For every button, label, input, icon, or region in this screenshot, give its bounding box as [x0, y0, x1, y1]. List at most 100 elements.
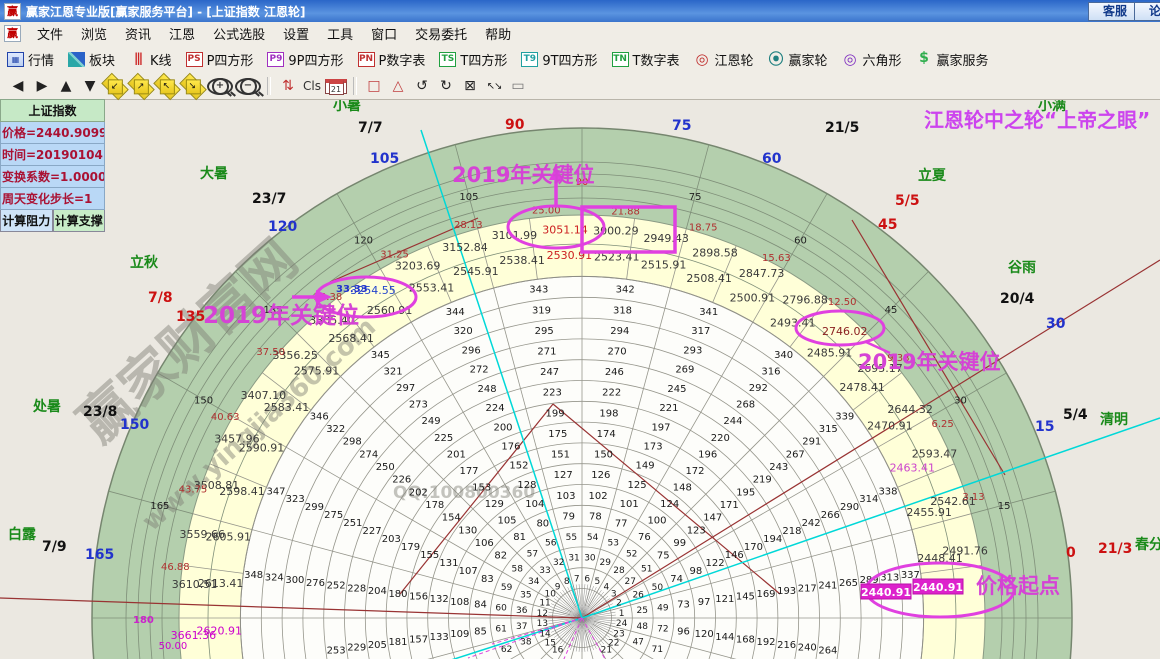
tool-icon-16[interactable]: △: [387, 76, 409, 96]
tool-icon-1[interactable]: ▶: [31, 76, 53, 96]
tool-icon-20[interactable]: ↖↘: [483, 76, 505, 96]
svg-text:272: 272: [470, 365, 489, 376]
svg-text:300: 300: [285, 575, 304, 586]
svg-text:谷雨: 谷雨: [1008, 260, 1036, 276]
svg-text:2463.41: 2463.41: [890, 461, 936, 474]
svg-text:344: 344: [446, 307, 465, 318]
tool-icon-19[interactable]: ⊠: [459, 76, 481, 96]
svg-text:96: 96: [677, 626, 690, 637]
toolbar-button-P数字表[interactable]: PNP数字表: [351, 48, 433, 71]
toolbar-button-赢家服务[interactable]: $赢家服务: [909, 48, 996, 71]
tool-icon-12[interactable]: Cls: [301, 76, 323, 96]
menu-item-3[interactable]: 江恩: [161, 22, 203, 45]
svg-text:218: 218: [782, 526, 801, 537]
dollar-icon: $: [916, 52, 933, 67]
svg-text:108: 108: [450, 597, 469, 608]
svg-text:339: 339: [835, 411, 854, 422]
svg-text:347: 347: [266, 486, 285, 497]
step-row: 周天变化步长=1: [0, 188, 105, 210]
toolbar-button-T数字表[interactable]: TNT数字表: [605, 48, 687, 71]
toolbar-button-T四方形[interactable]: TST四方形: [432, 48, 514, 71]
svg-text:53: 53: [608, 539, 619, 549]
tool-icon-7[interactable]: ↓: [179, 72, 207, 100]
tool-icon-15[interactable]: □: [363, 76, 385, 96]
toolbar-button-赢家轮[interactable]: ⦿赢家轮: [761, 48, 835, 71]
svg-text:291: 291: [802, 437, 821, 448]
tool-icon-4[interactable]: ←: [101, 72, 129, 100]
app-window: 赢家财富网www.yingjia360.comQQ:10080036012345…: [0, 0, 1160, 659]
svg-text:77: 77: [615, 518, 628, 529]
toolbar-button-江恩轮[interactable]: ◎江恩轮: [687, 48, 761, 71]
menu-item-5[interactable]: 设置: [275, 22, 317, 45]
svg-text:251: 251: [343, 518, 362, 529]
svg-text:2583.41: 2583.41: [264, 401, 310, 414]
svg-text:2491.76: 2491.76: [942, 544, 988, 557]
svg-text:1: 1: [619, 609, 625, 619]
tool-icon-6[interactable]: ↑: [153, 72, 181, 100]
svg-text:343: 343: [529, 285, 548, 296]
forum-button[interactable]: 论坛: [1134, 2, 1160, 21]
toolbar-button-9P四方形[interactable]: P99P四方形: [260, 48, 350, 71]
svg-text:199: 199: [546, 408, 565, 419]
svg-text:31.25: 31.25: [380, 249, 409, 260]
menu-item-6[interactable]: 工具: [319, 22, 361, 45]
svg-text:54: 54: [587, 533, 599, 543]
tool-icon-2[interactable]: ▲: [55, 76, 77, 96]
tool-icon-9[interactable]: −: [235, 78, 261, 95]
toolbar-button-板块[interactable]: 板块: [61, 48, 122, 71]
svg-text:2500.91: 2500.91: [730, 291, 776, 304]
svg-text:28.13: 28.13: [454, 220, 483, 231]
calc-support-button[interactable]: 计算支撑: [53, 210, 106, 232]
calc-resistance-button[interactable]: 计算阻力: [0, 210, 53, 232]
svg-text:228: 228: [347, 583, 366, 594]
svg-text:84: 84: [474, 600, 487, 611]
svg-text:179: 179: [401, 542, 420, 553]
toolbar-button-行情[interactable]: ▦行情: [0, 48, 61, 71]
tool-icon-8[interactable]: +: [207, 78, 233, 95]
svg-text:147: 147: [703, 513, 722, 524]
svg-text:165: 165: [85, 547, 114, 563]
svg-text:23/7: 23/7: [252, 191, 286, 207]
svg-text:23/8: 23/8: [83, 404, 117, 420]
tool-icon-3[interactable]: ▼: [79, 76, 101, 96]
menu-item-2[interactable]: 资讯: [117, 22, 159, 45]
menu-item-7[interactable]: 窗口: [363, 22, 405, 45]
svg-text:165: 165: [150, 501, 169, 512]
svg-text:252: 252: [327, 581, 346, 592]
svg-text:135: 135: [176, 309, 205, 325]
toolbar-button-9T四方形[interactable]: T99T四方形: [514, 48, 604, 71]
tool-icon-0[interactable]: ◀: [7, 76, 29, 96]
title-bar[interactable]: 赢 赢家江恩专业版[赢家服务平台] - [上证指数 江恩轮] 客服 论坛: [0, 0, 1160, 22]
tool-icon-5[interactable]: →: [127, 72, 155, 100]
svg-text:227: 227: [363, 526, 382, 537]
svg-text:82: 82: [494, 551, 507, 562]
svg-text:154: 154: [442, 513, 461, 524]
toolbar-button-P四方形[interactable]: PSP四方形: [179, 48, 261, 71]
svg-text:价格起点: 价格起点: [976, 574, 1060, 598]
menu-item-0[interactable]: 文件: [29, 22, 71, 45]
svg-text:3: 3: [611, 590, 617, 600]
tool-icon-13[interactable]: 21: [325, 79, 347, 94]
menu-item-8[interactable]: 交易委托: [407, 22, 475, 45]
tool-icon-11[interactable]: ⇅: [277, 76, 299, 96]
tool-icon-18[interactable]: ↻: [435, 76, 457, 96]
svg-text:201: 201: [447, 449, 466, 460]
svg-text:145: 145: [736, 591, 755, 602]
svg-text:60: 60: [794, 236, 807, 247]
menu-item-1[interactable]: 浏览: [73, 22, 115, 45]
svg-text:150: 150: [594, 450, 613, 461]
svg-text:170: 170: [744, 542, 763, 553]
menu-item-9[interactable]: 帮助: [477, 22, 519, 45]
menu-item-4[interactable]: 公式选股: [205, 22, 273, 45]
svg-text:198: 198: [599, 408, 618, 419]
toolbar-button-六角形[interactable]: ◎六角形: [835, 48, 909, 71]
svg-text:321: 321: [383, 367, 402, 378]
svg-text:341: 341: [699, 307, 718, 318]
svg-text:177: 177: [459, 466, 478, 477]
svg-text:8: 8: [564, 577, 570, 587]
toolbar-button-K线[interactable]: |||K线: [122, 48, 179, 71]
tool-icon-21[interactable]: ▭: [507, 76, 529, 96]
svg-text:270: 270: [608, 346, 627, 357]
svg-text:100: 100: [647, 515, 666, 526]
tool-icon-17[interactable]: ↺: [411, 76, 433, 96]
